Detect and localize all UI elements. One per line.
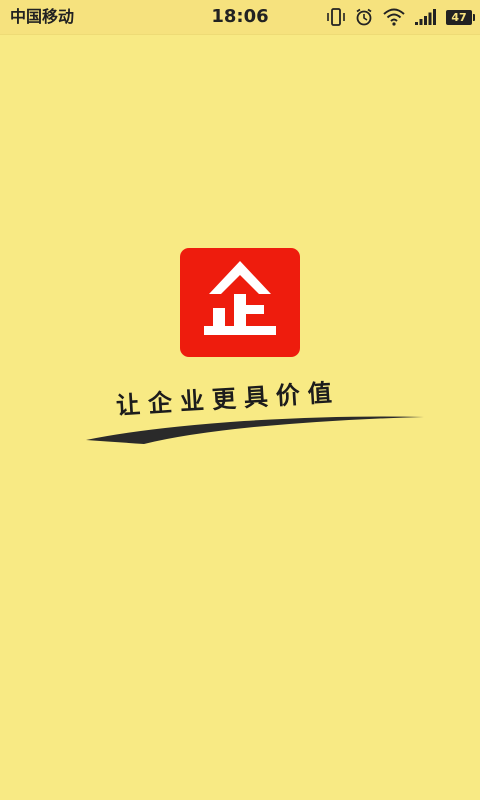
slogan-banner: 让企业更具价值 bbox=[84, 372, 428, 452]
splash-screen: 中国移动 18:06 47 让企业更具价值 bbox=[0, 0, 480, 800]
alarm-icon bbox=[354, 7, 374, 27]
vibrate-icon bbox=[326, 7, 346, 27]
app-logo bbox=[180, 248, 300, 357]
signal-icon bbox=[414, 8, 438, 26]
wifi-icon bbox=[382, 7, 406, 27]
battery-icon: 47 bbox=[446, 9, 475, 25]
status-bar: 中国移动 18:06 47 bbox=[0, 0, 480, 35]
swoosh-decoration bbox=[86, 416, 424, 444]
status-icons: 47 bbox=[326, 6, 475, 28]
logo-glyph-icon bbox=[204, 261, 276, 335]
